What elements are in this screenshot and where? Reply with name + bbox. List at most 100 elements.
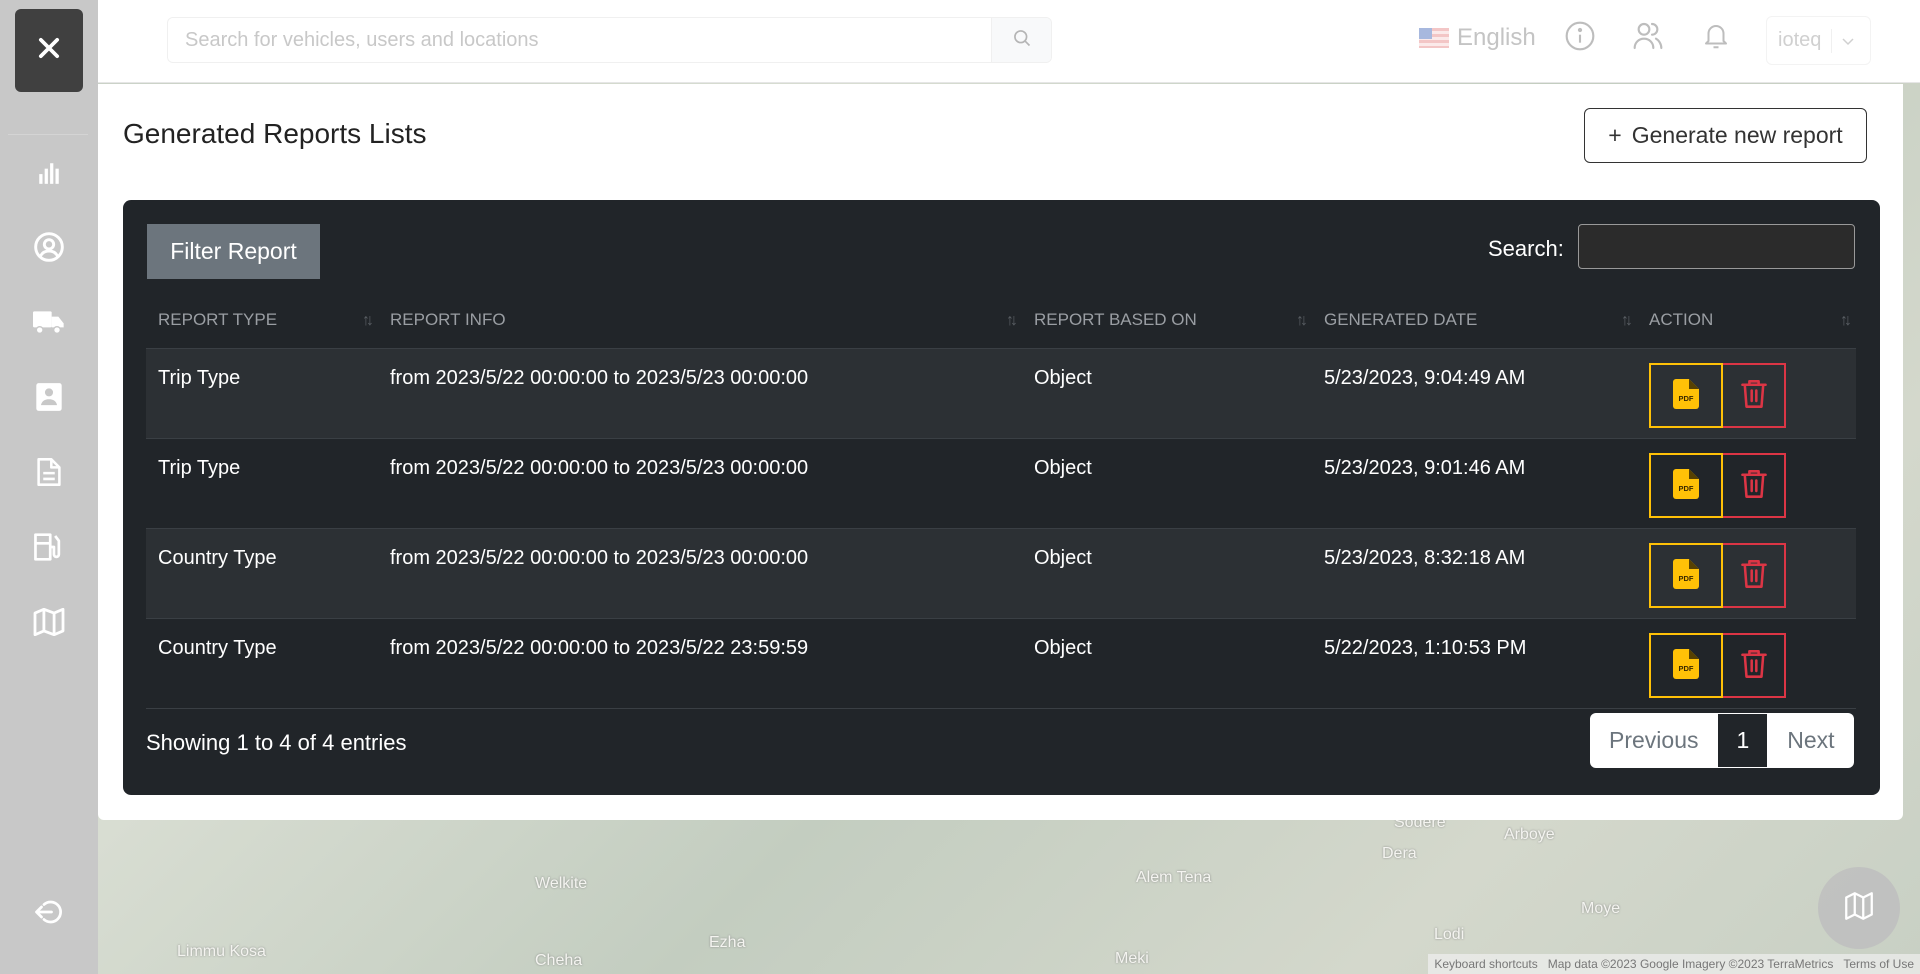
- contact-card-icon: [35, 382, 63, 417]
- download-pdf-button[interactable]: PDF: [1649, 632, 1723, 698]
- chevron-down-icon: [1842, 29, 1854, 52]
- map-label: Meki: [1115, 950, 1149, 967]
- logout-icon: [33, 897, 65, 932]
- sidebar-item-map[interactable]: [29, 604, 69, 644]
- pdf-file-icon: PDF: [1673, 558, 1699, 592]
- cell-action: PDF: [1637, 528, 1856, 619]
- close-icon: [35, 34, 63, 67]
- sidebar-item-drivers[interactable]: [29, 379, 69, 419]
- map-label: Cheha: [535, 952, 583, 969]
- cell-generated-date: 5/23/2023, 9:04:49 AM: [1312, 348, 1637, 439]
- trash-icon: [1740, 379, 1768, 412]
- cell-report-info: from 2023/5/22 00:00:00 to 2023/5/23 00:…: [378, 348, 1022, 439]
- sidebar-item-reports[interactable]: [29, 454, 69, 494]
- cell-action: PDF: [1637, 438, 1856, 529]
- pagination-page-1[interactable]: 1: [1717, 713, 1769, 768]
- column-header-report-based-on[interactable]: REPORT BASED ON ↑↓: [1022, 292, 1312, 349]
- column-header-report-type[interactable]: REPORT TYPE ↑↓: [146, 292, 378, 349]
- username-label: ioteq: [1778, 29, 1822, 51]
- map-label: Dera: [1382, 845, 1417, 862]
- table-header-row: REPORT TYPE ↑↓ REPORT INFO ↑↓ REPORT BASED…: [146, 292, 1856, 349]
- cell-report-type: Country Type: [146, 528, 378, 619]
- map-label: Alem Tena: [1136, 869, 1212, 886]
- global-search-button[interactable]: [991, 18, 1051, 62]
- pagination: Previous 1 Next: [1590, 713, 1854, 768]
- pdf-file-icon: PDF: [1673, 378, 1699, 412]
- column-header-report-info[interactable]: REPORT INFO ↑↓: [378, 292, 1022, 349]
- sort-icon: ↑↓: [1621, 312, 1633, 329]
- language-label: English: [1457, 24, 1536, 51]
- page-title: Generated Reports Lists: [123, 118, 427, 149]
- table-row: Country Type from 2023/5/22 00:00:00 to …: [146, 618, 1856, 709]
- cell-report-type: Trip Type: [146, 438, 378, 529]
- delete-report-button[interactable]: [1723, 452, 1786, 518]
- dropdown-separator: [1831, 28, 1833, 53]
- cell-generated-date: 5/22/2023, 1:10:53 PM: [1312, 618, 1637, 709]
- keyboard-shortcuts-link[interactable]: Keyboard shortcuts: [1434, 957, 1537, 971]
- download-pdf-button[interactable]: PDF: [1649, 452, 1723, 518]
- sidebar: [0, 0, 98, 974]
- language-selector[interactable]: English: [1419, 24, 1536, 52]
- delete-report-button[interactable]: [1723, 542, 1786, 608]
- map-label: Arboye: [1504, 826, 1555, 843]
- table-info: Showing 1 to 4 of 4 entries: [146, 730, 407, 755]
- table-search-input[interactable]: [1578, 224, 1855, 269]
- cell-report-based-on: Object: [1022, 618, 1312, 709]
- reports-panel: Generated Reports Lists + Generate new r…: [98, 84, 1903, 820]
- info-icon: [1564, 20, 1596, 57]
- sort-icon: ↑↓: [1840, 312, 1852, 329]
- generate-new-report-button[interactable]: + Generate new report: [1584, 108, 1867, 163]
- global-search: [167, 17, 1052, 63]
- column-header-action[interactable]: ACTION ↑↓: [1637, 292, 1856, 349]
- sidebar-item-dashboard[interactable]: [29, 155, 69, 195]
- sidebar-item-users[interactable]: [29, 229, 69, 269]
- column-header-generated-date[interactable]: GENERATED DATE ↑↓: [1312, 292, 1637, 349]
- cell-report-based-on: Object: [1022, 528, 1312, 619]
- sidebar-item-vehicles[interactable]: [29, 304, 69, 344]
- generate-new-report-label: Generate new report: [1631, 122, 1843, 148]
- info-button[interactable]: [1562, 20, 1598, 56]
- trash-icon: [1740, 469, 1768, 502]
- pdf-file-icon: PDF: [1673, 468, 1699, 502]
- logout-button[interactable]: [29, 894, 69, 934]
- top-bar: English ioteq: [98, 0, 1920, 83]
- download-pdf-button[interactable]: PDF: [1649, 542, 1723, 608]
- sort-icon: ↑↓: [362, 312, 374, 329]
- delete-report-button[interactable]: [1723, 362, 1786, 428]
- map-label: Lodi: [1434, 926, 1465, 943]
- filter-report-button[interactable]: Filter Report: [147, 224, 320, 279]
- map-label: Ezha: [709, 934, 746, 951]
- sort-icon: ↑↓: [1296, 312, 1308, 329]
- sort-icon: ↑↓: [1006, 312, 1018, 329]
- close-sidebar-button[interactable]: [15, 9, 83, 92]
- search-icon: [1012, 28, 1032, 53]
- map-icon: [33, 607, 65, 641]
- map-attribution: Keyboard shortcuts Map data ©2023 Google…: [1428, 954, 1920, 974]
- bell-icon: [1701, 20, 1731, 57]
- sidebar-item-fuel[interactable]: [29, 529, 69, 569]
- terms-link[interactable]: Terms of Use: [1843, 957, 1914, 971]
- notifications-button[interactable]: [1698, 20, 1734, 56]
- contacts-button[interactable]: [1630, 20, 1666, 56]
- cell-report-type: Trip Type: [146, 348, 378, 439]
- cell-report-info: from 2023/5/22 00:00:00 to 2023/5/23 00:…: [378, 438, 1022, 529]
- user-dropdown[interactable]: ioteq: [1766, 16, 1871, 65]
- global-search-input[interactable]: [168, 18, 991, 62]
- map-label: Limmu Kosa: [177, 943, 266, 960]
- users-icon: [1632, 20, 1664, 57]
- map-type-button[interactable]: [1818, 867, 1900, 949]
- cell-action: PDF: [1637, 348, 1856, 439]
- download-pdf-button[interactable]: PDF: [1649, 362, 1723, 428]
- map-label: Welkite: [535, 875, 588, 892]
- map-icon: [1842, 889, 1876, 928]
- svg-text:PDF: PDF: [1679, 484, 1694, 493]
- reports-table: REPORT TYPE ↑↓ REPORT INFO ↑↓ REPORT BASED…: [146, 292, 1856, 709]
- pagination-next[interactable]: Next: [1768, 713, 1853, 768]
- pagination-previous[interactable]: Previous: [1590, 713, 1717, 768]
- cell-report-info: from 2023/5/22 00:00:00 to 2023/5/22 23:…: [378, 618, 1022, 709]
- bar-chart-icon: [36, 160, 62, 191]
- delete-report-button[interactable]: [1723, 632, 1786, 698]
- map-data-text: Map data ©2023 Google Imagery ©2023 Terr…: [1547, 957, 1834, 971]
- user-circle-icon: [33, 231, 65, 268]
- map-label: Moye: [1581, 900, 1621, 917]
